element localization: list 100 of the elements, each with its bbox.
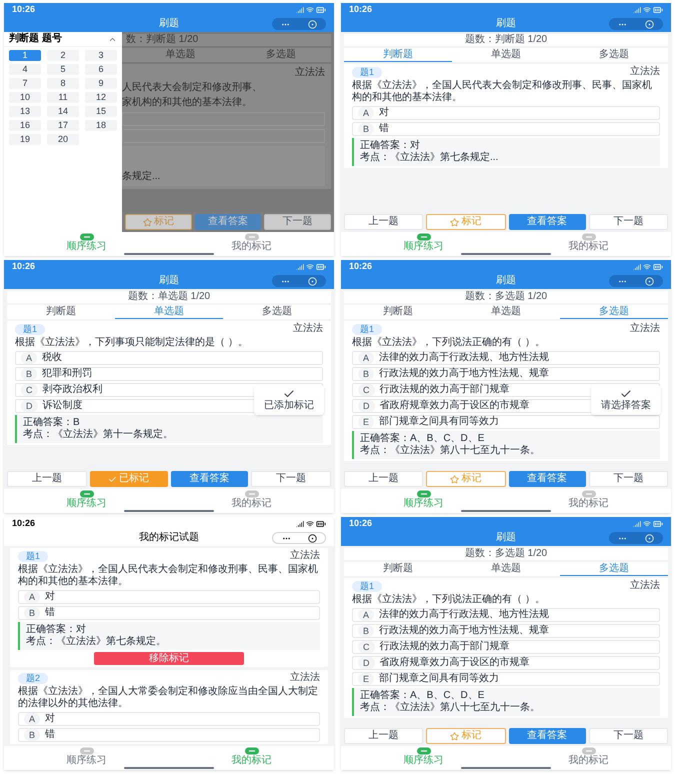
- wifi-icon: [306, 520, 314, 528]
- battery-icon: [653, 262, 663, 272]
- answer-option[interactable]: A 对: [18, 712, 320, 726]
- tab-bar-item[interactable]: 我的标记: [232, 490, 272, 509]
- option-letter: A: [358, 352, 374, 364]
- question-number[interactable]: 13: [9, 106, 41, 117]
- option-text: 剥夺政治权利: [42, 384, 102, 396]
- answer-text: 正确答案：对: [26, 624, 87, 636]
- question-number[interactable]: 18: [85, 120, 117, 131]
- question-number[interactable]: 14: [47, 106, 79, 117]
- question-number[interactable]: 17: [47, 120, 79, 131]
- question-text: 家机构的和其他的基本法律。: [122, 97, 253, 109]
- answer-option[interactable]: E 部门规章之间具有同等效力: [352, 672, 660, 686]
- question-number[interactable]: 3: [85, 50, 117, 61]
- question-number[interactable]: 15: [85, 106, 117, 117]
- question-type-tab[interactable]: 判断题: [344, 562, 452, 576]
- subject-label: 立法法: [290, 672, 320, 684]
- answer-option[interactable]: A 对: [18, 590, 320, 604]
- answer-option[interactable]: B 错: [18, 606, 320, 620]
- option-letter: D: [358, 657, 374, 669]
- question-number[interactable]: 1: [9, 50, 41, 61]
- question-type-tab[interactable]: 单选题: [115, 305, 223, 319]
- answer-option[interactable]: B 犯罪和刑罚: [15, 367, 323, 381]
- answer-option[interactable]: A 对: [352, 106, 660, 120]
- answer-option[interactable]: B 错: [18, 728, 320, 742]
- question-type-tab[interactable]: 判断题: [7, 305, 115, 319]
- question-number[interactable]: 12: [85, 92, 117, 103]
- page-title: 刷题: [159, 19, 179, 29]
- prev-button[interactable]: 上一题: [344, 471, 424, 487]
- option-letter: B: [21, 368, 38, 380]
- tab-bar-item[interactable]: 我的标记: [568, 233, 608, 252]
- mini-program-capsule[interactable]: [272, 532, 326, 544]
- question-number-tag: 题1: [352, 580, 382, 592]
- question-type-tab[interactable]: 单选题: [452, 305, 560, 319]
- page-title: 我的标记试题: [139, 533, 199, 543]
- wifi-icon: [643, 6, 651, 14]
- question-number[interactable]: 5: [47, 64, 79, 75]
- answer-option[interactable]: A 法律的效力高于行政法规、地方性法规: [352, 608, 660, 622]
- signal-icon: [296, 6, 304, 14]
- option-text: 错: [379, 123, 390, 135]
- prev-button[interactable]: 上一题: [344, 214, 424, 230]
- question-number[interactable]: 2: [47, 50, 79, 61]
- answer-option[interactable]: B 行政法规的效力高于地方性法规、规章: [352, 367, 660, 381]
- answer-option[interactable]: C 行政法规的效力高于部门规章: [352, 640, 660, 654]
- question-type-tab[interactable]: 多选题: [560, 305, 668, 319]
- prev-button[interactable]: 上一题: [7, 471, 87, 487]
- battery-icon: [653, 518, 663, 528]
- subject-label: 立法法: [630, 580, 660, 592]
- subject-label: 立法法: [630, 323, 660, 335]
- prev-button[interactable]: 上一题: [344, 728, 424, 744]
- answer-option[interactable]: B 错: [352, 122, 660, 136]
- question-number[interactable]: 8: [47, 78, 79, 89]
- next-button[interactable]: 下一题: [588, 214, 668, 230]
- question-number[interactable]: 6: [85, 64, 117, 75]
- tab-bar-item[interactable]: 我的标记: [568, 490, 608, 509]
- answer-option[interactable]: A 法律的效力高于行政法规、地方性法规: [352, 351, 660, 365]
- question-type-tab[interactable]: 单选题: [452, 48, 560, 62]
- next-button[interactable]: 下一题: [264, 214, 331, 230]
- option-text: 错: [45, 607, 56, 619]
- remove-mark-button[interactable]: 移除标记: [94, 652, 244, 665]
- answer-option[interactable]: B 行政法规的效力高于地方性法规、规章: [352, 624, 660, 638]
- question-number[interactable]: 7: [9, 78, 41, 89]
- option-text: 行政法规的效力高于部门规章: [380, 384, 510, 396]
- question-type-tab[interactable]: 判断题: [344, 305, 452, 319]
- tab-bar-item[interactable]: 我的标记: [232, 233, 272, 252]
- question-number[interactable]: 9: [85, 78, 117, 89]
- tab-bar-item[interactable]: 顺序练习: [66, 747, 106, 766]
- check-icon: [283, 388, 295, 400]
- option-text: 法律的效力高于行政法规、地方性法规: [379, 609, 550, 621]
- question-number[interactable]: 20: [47, 134, 79, 145]
- answer-option[interactable]: D 省政府规章效力高于设区的市规章: [352, 656, 660, 670]
- answer-text: 条规定...: [122, 171, 162, 183]
- question-number[interactable]: 4: [9, 64, 41, 75]
- question-type-tab[interactable]: 判断题: [344, 48, 452, 62]
- next-button[interactable]: 下一题: [588, 728, 668, 744]
- answer-option[interactable]: E 部门规章之间具有同等效力: [352, 415, 660, 429]
- question-number[interactable]: 19: [9, 134, 41, 145]
- wifi-icon: [306, 6, 314, 14]
- next-button[interactable]: 下一题: [251, 471, 331, 487]
- answer-button[interactable]: 查看答案: [508, 471, 586, 487]
- question-type-tab[interactable]: 多选题: [223, 305, 331, 319]
- answer-option[interactable]: A 税收: [15, 351, 323, 365]
- question-type-tab[interactable]: 多选题: [560, 562, 668, 576]
- answer-button[interactable]: 查看答案: [508, 214, 586, 230]
- signal-icon: [633, 6, 641, 14]
- question-type-tab[interactable]: 单选题: [452, 562, 560, 576]
- tab-bar-item[interactable]: 我的标记: [568, 747, 608, 766]
- battery-icon: [653, 4, 663, 14]
- question-number[interactable]: 11: [47, 92, 79, 103]
- question-type-tab[interactable]: 多选题: [560, 48, 668, 62]
- question-number[interactable]: 10: [9, 92, 41, 103]
- answer-text: 考点：《立法法》第七条规定。: [26, 636, 167, 648]
- question-number[interactable]: 16: [9, 120, 41, 131]
- next-button[interactable]: 下一题: [588, 471, 668, 487]
- subject-label: 立法法: [290, 550, 320, 562]
- answer-button[interactable]: 查看答案: [508, 728, 586, 744]
- option-text: 行政法规的效力高于部门规章: [380, 641, 510, 653]
- option-letter: B: [358, 123, 374, 135]
- question-number-tag: 题2: [18, 672, 48, 684]
- answer-button[interactable]: 查看答案: [170, 471, 248, 487]
